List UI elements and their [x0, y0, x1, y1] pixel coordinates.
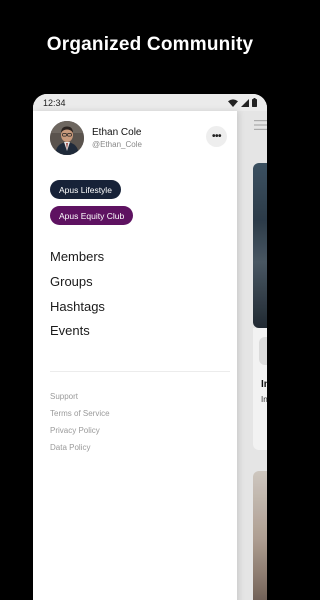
navigation-drawer: Ethan Cole @Ethan_Cole ••• Apus Lifestyl…	[33, 111, 237, 600]
footer-link-data-policy[interactable]: Data Policy	[50, 443, 90, 452]
nav-item-groups[interactable]: Groups	[50, 274, 93, 289]
user-name: Ethan Cole	[92, 127, 142, 138]
drawer-scrim[interactable]	[237, 111, 267, 600]
footer-link-support[interactable]: Support	[50, 392, 78, 401]
wifi-icon	[228, 98, 238, 107]
avatar-photo	[50, 121, 84, 155]
community-chip-apus-lifestyle[interactable]: Apus Lifestyle	[50, 180, 121, 199]
nav-item-members[interactable]: Members	[50, 249, 104, 264]
status-bar: 12:34	[33, 94, 267, 111]
user-handle: @Ethan_Cole	[92, 140, 142, 149]
signal-icon	[241, 98, 249, 107]
more-options-button[interactable]: •••	[206, 126, 227, 147]
headline: Organized Community	[46, 34, 254, 55]
nav-item-events[interactable]: Events	[50, 323, 90, 338]
background-feed: In In	[237, 111, 267, 600]
nav-item-hashtags[interactable]: Hashtags	[50, 299, 105, 314]
status-icons	[228, 98, 257, 107]
status-time: 12:34	[43, 97, 66, 108]
community-chip-apus-equity-club[interactable]: Apus Equity Club	[50, 206, 134, 225]
avatar[interactable]	[50, 121, 84, 155]
footer-link-terms[interactable]: Terms of Service	[50, 409, 110, 418]
phone-frame: 12:34 In In Ethan Cole @Ethan_Cole ••• A…	[33, 94, 267, 600]
footer-link-privacy[interactable]: Privacy Policy	[50, 426, 100, 435]
battery-icon	[252, 98, 257, 107]
divider	[50, 371, 230, 372]
